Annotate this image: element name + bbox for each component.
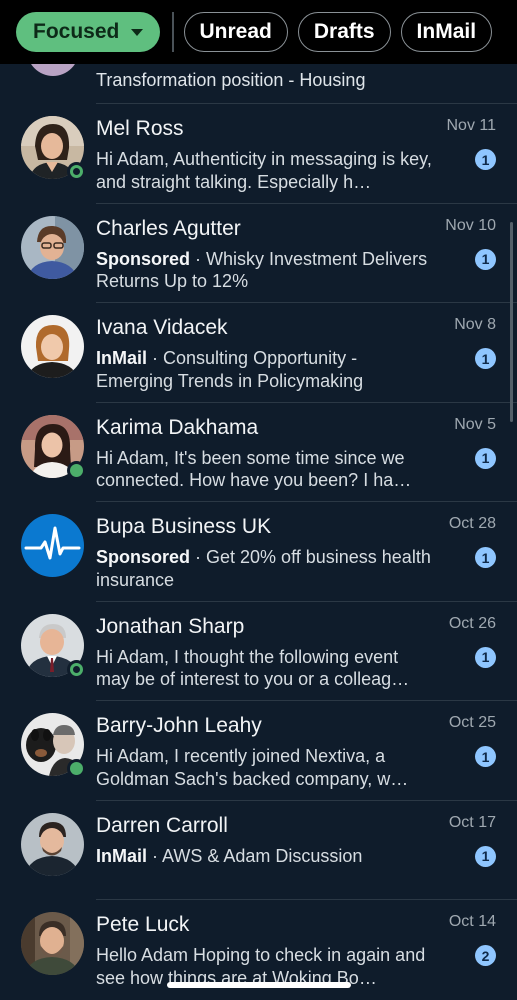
conversation-row[interactable]: Bupa Business UK Oct 28 Sponsored · Get … <box>0 502 517 602</box>
conversation-row[interactable]: Ivana Vidacek Nov 8 InMail · Consulting … <box>0 303 517 403</box>
unread-badge: 1 <box>475 646 496 668</box>
message-date: Oct 28 <box>448 515 496 532</box>
conversation-row[interactable]: Charles Agutter Nov 10 Sponsored · Whisk… <box>0 204 517 303</box>
message-snippet: Transformation position - Housing <box>96 70 366 90</box>
message-date: Oct 26 <box>448 614 496 632</box>
online-status-icon <box>67 759 86 778</box>
sponsored-tag: Sponsored <box>96 248 191 269</box>
inmail-tag: InMail <box>96 348 148 368</box>
message-date: Oct 14 <box>448 913 496 930</box>
filter-divider <box>172 12 174 52</box>
online-status-icon <box>67 659 86 679</box>
message-date: Nov 10 <box>445 216 496 234</box>
chevron-down-icon <box>131 28 144 36</box>
avatar <box>21 812 84 876</box>
scrollbar[interactable] <box>510 222 513 422</box>
message-date: Nov 8 <box>454 316 496 333</box>
message-date: Oct 17 <box>448 813 496 831</box>
unread-badge: 1 <box>475 149 496 170</box>
sender-name: Mel Ross <box>96 117 184 140</box>
sender-name: Pete Luck <box>96 913 190 936</box>
online-status-icon <box>67 162 86 181</box>
message-snippet: Sponsored · Whisky Investment Delivers R… <box>96 248 436 293</box>
unread-badge: 1 <box>475 348 496 369</box>
home-indicator[interactable] <box>167 982 351 988</box>
conversation-row[interactable]: Jonathan Sharp Oct 26 Hi Adam, I thought… <box>0 602 517 701</box>
message-snippet: Hi Adam, I thought the following event m… <box>96 646 436 691</box>
message-text: Hi Adam, Authenticity in messaging is ke… <box>96 149 432 192</box>
unread-badge: 1 <box>475 248 496 270</box>
sender-name: Bupa Business UK <box>96 515 272 538</box>
conversation-row[interactable]: Mel Ross Nov 11 Hi Adam, Authenticity in… <box>0 104 517 204</box>
online-status-icon <box>67 460 86 480</box>
unread-badge: 1 <box>475 447 496 469</box>
conversation-row[interactable]: Darren Carroll Oct 17 InMail · AWS & Ada… <box>0 801 517 900</box>
message-text: · AWS & Adam Discussion <box>147 845 363 866</box>
sender-name: Darren Carroll <box>96 813 228 837</box>
message-snippet: Hi Adam, Authenticity in messaging is ke… <box>96 148 436 193</box>
unread-badge: 2 <box>475 945 496 966</box>
filter-bar: Focused Unread Drafts InMail <box>0 0 517 64</box>
inmail-tag: InMail <box>96 845 148 866</box>
unread-filter-button[interactable]: Unread <box>183 12 288 52</box>
sender-name: Ivana Vidacek <box>96 316 228 339</box>
avatar <box>21 912 84 975</box>
avatar <box>21 315 84 378</box>
message-text: Hi Adam, I thought the following event m… <box>96 646 410 690</box>
unread-badge: 1 <box>475 746 496 767</box>
sponsored-tag: Sponsored <box>96 547 191 567</box>
sender-name: Karima Dakhama <box>96 415 259 439</box>
focused-filter-button[interactable]: Focused <box>16 12 160 52</box>
unread-badge: 1 <box>475 845 496 867</box>
message-date: Nov 11 <box>446 117 496 134</box>
message-snippet: Sponsored · Get 20% off business health … <box>96 546 436 591</box>
message-text: Hi Adam, It's been some time since we co… <box>96 447 412 491</box>
focused-filter-label: Focused <box>33 20 120 43</box>
message-snippet: InMail · AWS & Adam Discussion <box>96 845 436 868</box>
conversation-row[interactable]: Barry-John Leahy Oct 25 Hi Adam, I recen… <box>0 701 517 801</box>
bupa-logo-icon <box>21 514 84 577</box>
message-snippet: Hi Adam, It's been some time since we co… <box>96 447 436 492</box>
list-item[interactable]: Transformation position - Housing <box>0 44 517 104</box>
message-snippet: InMail · Consulting Opportunity - Emergi… <box>96 347 436 392</box>
message-snippet: Hi Adam, I recently joined Nextiva, a Go… <box>96 745 436 790</box>
drafts-filter-button[interactable]: Drafts <box>297 12 391 52</box>
message-text: Hi Adam, I recently joined Nextiva, a Go… <box>96 746 409 789</box>
avatar <box>21 215 84 279</box>
conversation-row[interactable]: Karima Dakhama Nov 5 Hi Adam, It's been … <box>0 403 517 502</box>
inmail-filter-button[interactable]: InMail <box>400 12 493 52</box>
sender-name: Jonathan Sharp <box>96 614 245 638</box>
conversation-list: Transformation position - Housing Mel Ro… <box>0 44 517 1000</box>
sender-name: Charles Agutter <box>96 216 241 240</box>
message-date: Nov 5 <box>454 415 496 433</box>
message-date: Oct 25 <box>448 714 496 731</box>
unread-badge: 1 <box>475 547 496 568</box>
sender-name: Barry-John Leahy <box>96 714 262 737</box>
